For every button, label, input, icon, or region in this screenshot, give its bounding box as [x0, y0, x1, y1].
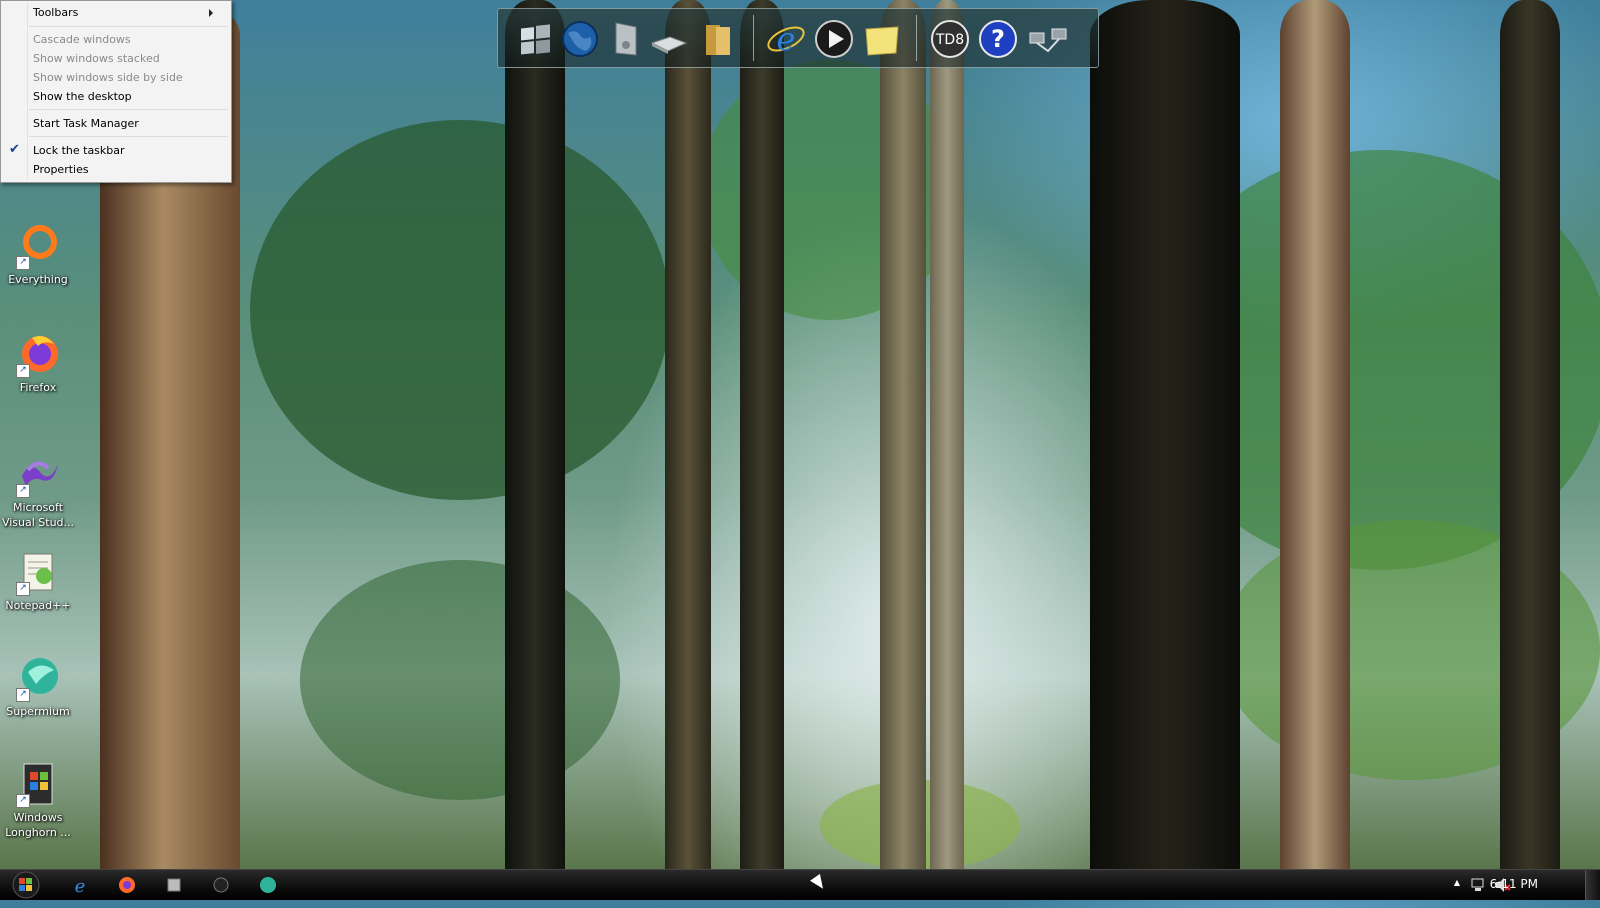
tree-trunk	[1280, 0, 1350, 870]
desktop-icon-label: Everything	[8, 273, 68, 286]
tree-trunk	[1500, 0, 1560, 870]
foliage	[250, 120, 670, 500]
clock[interactable]: 6:11 PM	[1490, 877, 1538, 891]
shortcut-arrow-icon: ↗	[16, 582, 30, 596]
desktop-icon-label: Firefox	[19, 381, 57, 394]
supermium-icon: ↗	[14, 654, 62, 702]
desktop-icon-firefox[interactable]: ↗ Firefox	[0, 330, 76, 395]
explorer-icon[interactable]	[164, 875, 184, 895]
folder-icon[interactable]	[698, 19, 738, 59]
dock-separator	[916, 15, 917, 61]
foliage	[300, 560, 620, 800]
menu-item-properties[interactable]: Properties	[33, 161, 89, 179]
help-icon[interactable]: ?	[978, 19, 1018, 59]
menu-item-cascade-windows[interactable]: Cascade windows	[33, 31, 131, 49]
internet-explorer-icon[interactable]: e	[766, 19, 806, 59]
desktop-icon-visual-studio[interactable]: ↗ Microsoft Visual Stud...	[0, 450, 76, 530]
menu-separator	[29, 136, 228, 137]
svg-text:e: e	[777, 20, 796, 58]
windows-start-icon	[12, 871, 40, 899]
notepad-plus-plus-icon: ↗	[14, 548, 62, 596]
menu-separator	[29, 26, 228, 27]
desktop-icon-label: Supermium	[6, 705, 70, 718]
media-icon[interactable]	[211, 875, 231, 895]
desktop-icon-supermium[interactable]: ↗ Supermium	[0, 654, 76, 719]
globe-icon[interactable]	[560, 19, 600, 59]
note-icon[interactable]	[862, 19, 902, 59]
windows-longhorn-icon: ↗	[14, 760, 62, 808]
tree-trunk	[1090, 0, 1240, 870]
shortcut-arrow-icon: ↗	[16, 364, 30, 378]
tree-trunk	[880, 0, 926, 870]
disk-icon[interactable]	[606, 19, 646, 59]
taskbar-context-menu: Toolbars Cascade windows Show windows st…	[0, 0, 232, 183]
desktop-icon-label: Microsoft Visual Stud...	[1, 501, 75, 529]
menu-item-show-windows-stacked[interactable]: Show windows stacked	[33, 50, 160, 68]
checkmark-icon: ✔	[9, 142, 20, 157]
show-hidden-icons-chevron[interactable]: ▲	[1454, 878, 1460, 908]
menu-item-toolbars[interactable]: Toolbars	[33, 4, 223, 22]
firefox-icon[interactable]	[117, 875, 137, 895]
shortcut-arrow-icon: ↗	[16, 688, 30, 702]
td8-icon[interactable]: TD8	[930, 19, 970, 59]
tree-trunk	[505, 0, 565, 870]
shortcut-arrow-icon: ↗	[16, 794, 30, 808]
tree-trunk	[665, 0, 711, 870]
everything-icon: ↗	[14, 222, 62, 270]
ie-glyph: e	[75, 876, 86, 895]
desktop-icon-everything[interactable]: ↗ Everything	[0, 222, 76, 287]
shortcut-arrow-icon: ↗	[16, 256, 30, 270]
menu-gutter	[27, 3, 28, 180]
shortcut-arrow-icon: ↗	[16, 484, 30, 498]
menu-item-start-task-manager[interactable]: Start Task Manager	[33, 115, 139, 133]
network-icon[interactable]	[1470, 876, 1488, 894]
network-icon[interactable]	[1026, 19, 1067, 59]
media-player-icon[interactable]	[814, 19, 854, 59]
menu-item-show-windows-side-by-side[interactable]: Show windows side by side	[33, 69, 183, 87]
dock-separator	[753, 15, 754, 61]
internet-explorer-icon[interactable]: e	[70, 875, 90, 897]
desktop-icon-label: Windows Longhorn ...	[5, 811, 71, 839]
taskbar: e ▲ 6:11 PM	[0, 869, 1600, 900]
menu-item-show-the-desktop[interactable]: Show the desktop	[33, 88, 132, 106]
help-glyph: ?	[991, 25, 1005, 53]
top-dock-toolbar: e TD8 ?	[497, 8, 1099, 68]
menu-item-label: Toolbars	[33, 6, 79, 19]
tree-trunk	[930, 0, 964, 870]
desktop-icon-windows-longhorn[interactable]: ↗ Windows Longhorn ...	[0, 760, 76, 840]
firefox-icon: ↗	[14, 330, 62, 378]
windows-logo-icon[interactable]	[516, 19, 556, 59]
menu-separator	[29, 109, 228, 110]
drive-icon[interactable]	[648, 19, 688, 59]
desktop-icon-label: Notepad++	[5, 599, 71, 612]
desktop-icon-notepad-plus-plus[interactable]: ↗ Notepad++	[0, 548, 76, 613]
tree-trunk	[740, 0, 784, 870]
visual-studio-icon: ↗	[14, 450, 62, 498]
supermium-icon[interactable]	[258, 875, 278, 895]
submenu-arrow-icon	[209, 9, 213, 17]
show-desktop-button[interactable]	[1585, 870, 1600, 900]
start-button[interactable]	[4, 871, 44, 899]
menu-item-lock-the-taskbar[interactable]: Lock the taskbar	[33, 142, 125, 160]
td8-label: TD8	[935, 32, 964, 48]
